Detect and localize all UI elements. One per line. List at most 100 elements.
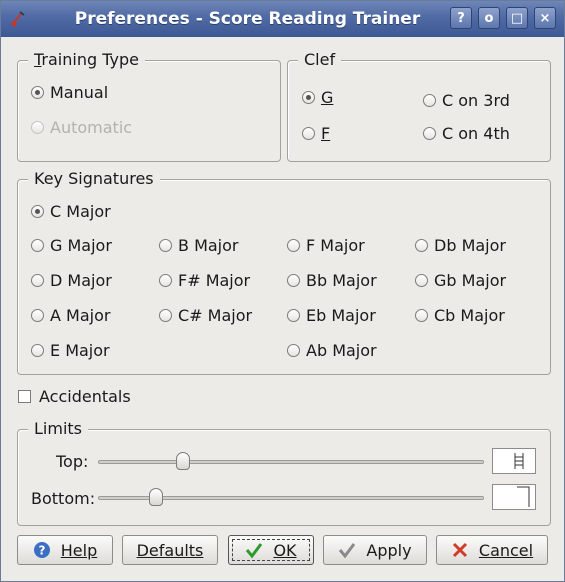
radio-indicator[interactable]: [31, 344, 44, 357]
ok-button[interactable]: OK: [228, 535, 314, 565]
radio-clef-c4[interactable]: C on 4th: [423, 124, 510, 143]
key-signatures-legend: Key Signatures: [28, 169, 160, 188]
radio-key-c-major[interactable]: C Major: [31, 202, 111, 221]
help-icon: ?: [33, 541, 51, 559]
bottom-note-staff-icon: [517, 486, 530, 507]
shade-button[interactable]: o: [478, 7, 500, 29]
training-type-group: Training Type Manual Automatic: [17, 50, 281, 162]
apply-check-icon: [338, 541, 356, 559]
radio-indicator[interactable]: [415, 309, 428, 322]
clef-group: Clef G C on 3rd F C on 4th: [287, 50, 551, 162]
maximize-button[interactable]: □: [506, 7, 528, 29]
defaults-button[interactable]: Defaults: [122, 535, 218, 565]
radio-clef-g[interactable]: G: [302, 88, 333, 107]
accidentals-checkbox[interactable]: Accidentals: [18, 387, 131, 406]
radio-indicator[interactable]: [31, 274, 44, 287]
radio-indicator[interactable]: [287, 239, 300, 252]
radio-key-eb-major[interactable]: Eb Major: [287, 306, 376, 325]
radio-label: Eb Major: [306, 306, 376, 325]
close-button[interactable]: ×: [534, 7, 556, 29]
radio-label: G Major: [50, 236, 112, 255]
radio-key-ab-major[interactable]: Ab Major: [287, 341, 377, 360]
radio-label: B Major: [178, 236, 239, 255]
check-icon: [245, 541, 263, 559]
radio-indicator[interactable]: [287, 274, 300, 287]
accidentals-checkbox-box[interactable]: [18, 390, 31, 403]
key-signatures-group: Key Signatures C Major G Major D Major A…: [17, 169, 551, 375]
radio-key-gb-major[interactable]: Gb Major: [415, 271, 506, 290]
radio-manual[interactable]: Manual: [31, 83, 108, 102]
radio-label: Cb Major: [434, 306, 505, 325]
radio-label: Db Major: [434, 236, 506, 255]
radio-key-db-major[interactable]: Db Major: [415, 236, 506, 255]
radio-automatic-indicator: [31, 121, 44, 134]
radio-label: D Major: [50, 271, 112, 290]
radio-clef-c3-indicator[interactable]: [423, 94, 436, 107]
limits-legend: Limits: [28, 419, 88, 438]
radio-indicator[interactable]: [415, 274, 428, 287]
help-title-button[interactable]: ?: [450, 7, 472, 29]
training-type-legend-text: raining Type: [41, 50, 139, 69]
radio-key-b-major[interactable]: B Major: [159, 236, 238, 255]
radio-label: Bb Major: [306, 271, 377, 290]
radio-clef-f-label: F: [321, 124, 331, 143]
limits-group: Limits Top: Bottom:: [17, 419, 551, 526]
apply-button[interactable]: Apply: [323, 535, 427, 565]
radio-clef-c4-indicator[interactable]: [423, 127, 436, 140]
cancel-x-icon: [451, 541, 469, 559]
radio-indicator[interactable]: [287, 309, 300, 322]
defaults-button-label: Defaults: [136, 540, 204, 560]
radio-indicator[interactable]: [31, 309, 44, 322]
title-bar[interactable]: Preferences - Score Reading Trainer ? o …: [1, 1, 564, 37]
radio-manual-indicator[interactable]: [31, 86, 44, 99]
radio-key-fsharp-major[interactable]: F# Major: [159, 271, 250, 290]
radio-key-a-major[interactable]: A Major: [31, 306, 110, 325]
radio-label: C# Major: [178, 306, 253, 325]
radio-key-bb-major[interactable]: Bb Major: [287, 271, 377, 290]
radio-key-c-major-indicator[interactable]: [31, 205, 44, 218]
cancel-button-label: Cancel: [478, 540, 534, 560]
radio-indicator[interactable]: [159, 274, 172, 287]
radio-label: Ab Major: [306, 341, 377, 360]
radio-indicator[interactable]: [415, 239, 428, 252]
bottom-slider-handle[interactable]: [148, 488, 163, 506]
svg-text:?: ?: [38, 544, 45, 558]
help-button[interactable]: ? Help: [17, 535, 113, 565]
radio-clef-c3[interactable]: C on 3rd: [423, 91, 510, 110]
radio-key-g-major[interactable]: G Major: [31, 236, 112, 255]
cancel-button[interactable]: Cancel: [436, 535, 548, 565]
help-button-label: Help: [60, 540, 98, 560]
radio-indicator[interactable]: [159, 309, 172, 322]
radio-label: F# Major: [178, 271, 251, 290]
radio-manual-label: Manual: [50, 83, 109, 102]
radio-label: E Major: [50, 341, 110, 360]
top-note-preview: [492, 448, 536, 474]
top-slider-track[interactable]: [98, 460, 484, 464]
radio-key-cb-major[interactable]: Cb Major: [415, 306, 505, 325]
preferences-window: Preferences - Score Reading Trainer ? o …: [0, 0, 565, 582]
radio-automatic-label: Automatic: [50, 118, 133, 137]
radio-clef-g-indicator[interactable]: [302, 91, 315, 104]
radio-label: A Major: [50, 306, 111, 325]
radio-clef-f[interactable]: F: [302, 124, 330, 143]
apply-button-label: Apply: [366, 540, 412, 560]
radio-key-e-major[interactable]: E Major: [31, 341, 110, 360]
radio-label: Gb Major: [434, 271, 507, 290]
radio-indicator[interactable]: [287, 344, 300, 357]
ok-button-label: OK: [273, 540, 297, 560]
training-type-legend: Training Type: [28, 50, 145, 69]
bottom-label-text: Bottom:: [31, 489, 96, 508]
radio-key-d-major[interactable]: D Major: [31, 271, 112, 290]
top-slider-handle[interactable]: [175, 452, 190, 470]
radio-indicator[interactable]: [159, 239, 172, 252]
bottom-note-preview: [492, 484, 536, 510]
radio-indicator[interactable]: [31, 239, 44, 252]
radio-key-f-major[interactable]: F Major: [287, 236, 365, 255]
bottom-label: Bottom:: [31, 489, 95, 508]
radio-key-c-major-label: C Major: [50, 202, 111, 221]
radio-key-csharp-major[interactable]: C# Major: [159, 306, 252, 325]
radio-clef-c3-label: C on 3rd: [442, 91, 510, 110]
radio-clef-f-indicator[interactable]: [302, 127, 315, 140]
accidentals-label: Accidentals: [39, 387, 131, 406]
radio-clef-c4-label: C on 4th: [442, 124, 510, 143]
